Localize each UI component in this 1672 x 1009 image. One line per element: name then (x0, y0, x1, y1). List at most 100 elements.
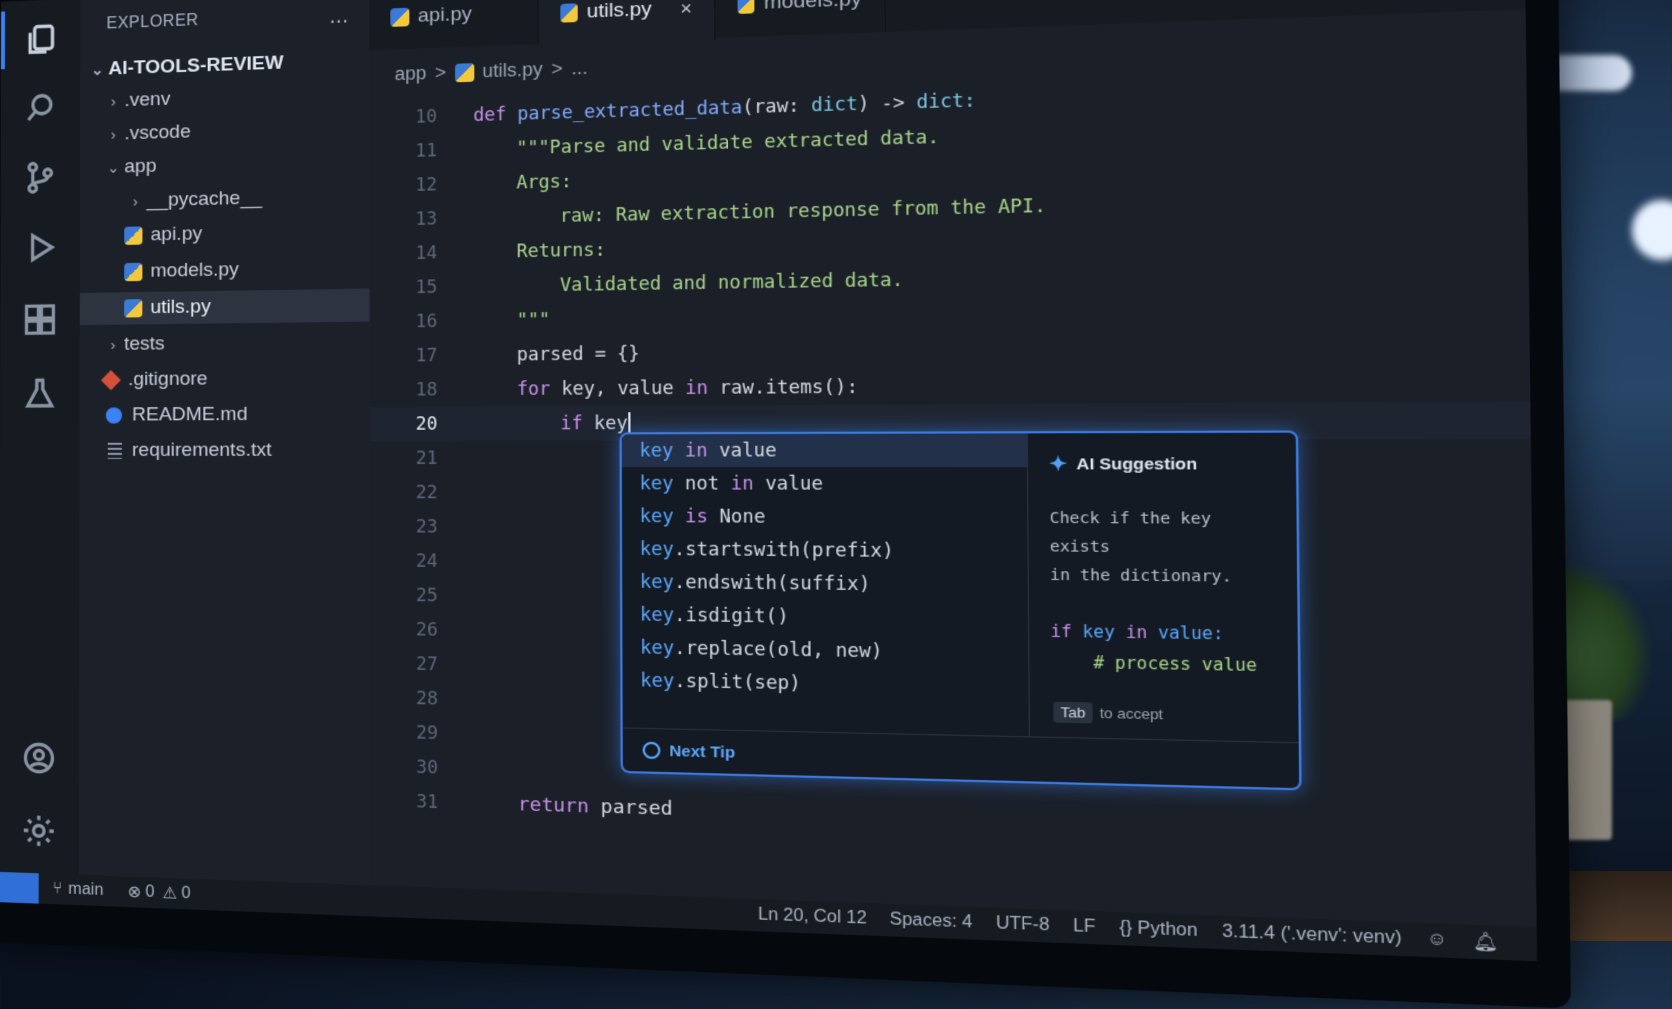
line-number: 18 (370, 379, 474, 400)
keyword: in (1126, 622, 1148, 642)
suggestion-item[interactable]: key is None (622, 500, 1027, 535)
suggestion-key: key (640, 670, 674, 692)
line-number: 13 (369, 208, 473, 231)
type: dict (811, 93, 858, 116)
code-text: key (1083, 622, 1115, 642)
line-number: 20 (370, 413, 474, 434)
tree-item-label: app (124, 155, 156, 178)
tree-item-requirements[interactable]: requirements.txt (80, 434, 370, 467)
suggestion-text: .isdigit() (674, 605, 789, 628)
tree-item-label: README.md (132, 404, 247, 427)
suggestion-text: value (708, 440, 777, 461)
settings-gear-icon[interactable] (17, 808, 61, 854)
braces-icon: {} (1119, 919, 1132, 938)
notifications-bell-icon[interactable]: 🔔︎ (1473, 930, 1499, 954)
function-name: parse_extracted_data (517, 97, 742, 125)
tree-item-label: tests (124, 333, 165, 356)
type: dict: (916, 90, 975, 113)
chevron-right-icon: › (102, 93, 124, 111)
remote-indicator[interactable] (0, 872, 39, 904)
detail-code-preview: if key in value: # process value (1050, 616, 1276, 681)
line-number: 15 (370, 276, 474, 298)
line-number: 25 (370, 584, 474, 606)
chevron-down-icon: ⌄ (86, 60, 108, 79)
warning-count[interactable]: 0 (181, 885, 190, 904)
tree-item-app[interactable]: ⌄ app (80, 145, 369, 185)
testing-flask-icon[interactable] (18, 372, 62, 416)
keyword: if (560, 413, 582, 434)
suggestion-key: key (640, 637, 674, 659)
search-icon[interactable] (19, 85, 63, 130)
tab-models-py[interactable]: models.py (715, 0, 886, 38)
run-debug-icon[interactable] (18, 225, 62, 270)
tree-item-tests[interactable]: › tests (80, 326, 370, 362)
suggestion-text: not (673, 473, 730, 494)
error-count[interactable]: 0 (145, 883, 154, 902)
cursor-position[interactable]: Ln 20, Col 12 (758, 905, 867, 928)
more-actions-button[interactable]: ... (329, 2, 348, 29)
git-file-icon (101, 370, 121, 390)
line-number: 24 (370, 550, 474, 572)
tab-utils-py[interactable]: utils.py × (539, 0, 716, 46)
suggestion-item[interactable]: key in value (622, 433, 1027, 467)
explorer-icon[interactable] (19, 17, 63, 62)
code-text: return parsed (475, 792, 673, 820)
chevron-down-icon: ⌄ (102, 158, 124, 177)
tree-item-api-py[interactable]: api.py (80, 215, 370, 253)
code-text: for key, value in raw.items(): (474, 376, 859, 400)
feedback-icon[interactable]: ☺ (1427, 930, 1448, 951)
language-mode[interactable]: {} Python (1119, 919, 1198, 942)
suggestion-item[interactable]: key not in value (622, 467, 1027, 501)
suggestion-list: key in value key not in value key is Non… (622, 433, 1029, 737)
chevron-right-icon: › (102, 126, 124, 144)
tree-item-readme[interactable]: README.md (80, 398, 370, 432)
python-interpreter[interactable]: 3.11.4 ('.venv': venv) (1222, 922, 1402, 949)
line-number: 21 (370, 448, 474, 469)
breadcrumb-folder[interactable]: app (395, 63, 427, 86)
line-number: 22 (370, 482, 474, 503)
suggestion-text: .startswith(prefix) (674, 539, 894, 562)
branch-name[interactable]: main (68, 880, 103, 900)
tree-item-label: models.py (150, 259, 239, 283)
editor-area: api.py utils.py × models.py app > utils.… (369, 0, 1536, 927)
tab-label: api.py (418, 3, 472, 28)
info-file-icon (106, 407, 122, 423)
lightbulb-icon (643, 742, 661, 759)
suggestion-item[interactable]: key .startswith(prefix) (622, 533, 1028, 569)
tab-bar: api.py utils.py × models.py (369, 0, 1525, 50)
python-file-icon (738, 0, 755, 14)
tree-item-label: .gitignore (128, 368, 208, 391)
tree-item-gitignore[interactable]: .gitignore (80, 362, 370, 397)
tree-item-pycache[interactable]: › __pycache__ (80, 180, 369, 219)
explorer-title: EXPLORER (106, 12, 198, 34)
docstring: Returns: (474, 239, 606, 262)
suggestion-keyword: is (685, 506, 708, 527)
breadcrumb-file[interactable]: utils.py (482, 59, 542, 83)
extensions-icon[interactable] (18, 297, 62, 342)
tree-item-utils-py[interactable]: utils.py (80, 289, 370, 326)
line-number: 27 (370, 653, 475, 676)
code-text: key, value (550, 378, 685, 400)
language-label: Python (1137, 919, 1197, 940)
indentation[interactable]: Spaces: 4 (890, 910, 973, 933)
account-icon[interactable] (17, 735, 61, 781)
suggestion-item[interactable]: key .endswith(suffix) (622, 565, 1028, 602)
tree-item-models-py[interactable]: models.py (80, 252, 370, 289)
tree-item-label: utils.py (150, 296, 210, 319)
python-file-icon (390, 8, 409, 27)
line-ending[interactable]: LF (1073, 917, 1095, 938)
python-file-icon (455, 63, 474, 82)
close-tab-icon[interactable]: × (680, 0, 692, 20)
arrow: ) -> (858, 92, 917, 115)
source-control-icon[interactable] (18, 155, 62, 200)
breadcrumb-more[interactable]: ... (571, 57, 587, 79)
tab-label: utils.py (587, 0, 652, 24)
suggestion-keyword: in (731, 473, 754, 494)
errors-icon: ⊗ (128, 882, 142, 903)
encoding[interactable]: UTF-8 (996, 914, 1050, 936)
suggestion-item[interactable]: key .split(sep) (622, 664, 1028, 705)
suggestion-text: value (754, 473, 824, 495)
tab-api-py[interactable]: api.py (369, 0, 539, 50)
line-number: 23 (370, 516, 474, 537)
suggestion-detail: ✦ AI Suggestion Check if the key exists … (1027, 433, 1299, 744)
